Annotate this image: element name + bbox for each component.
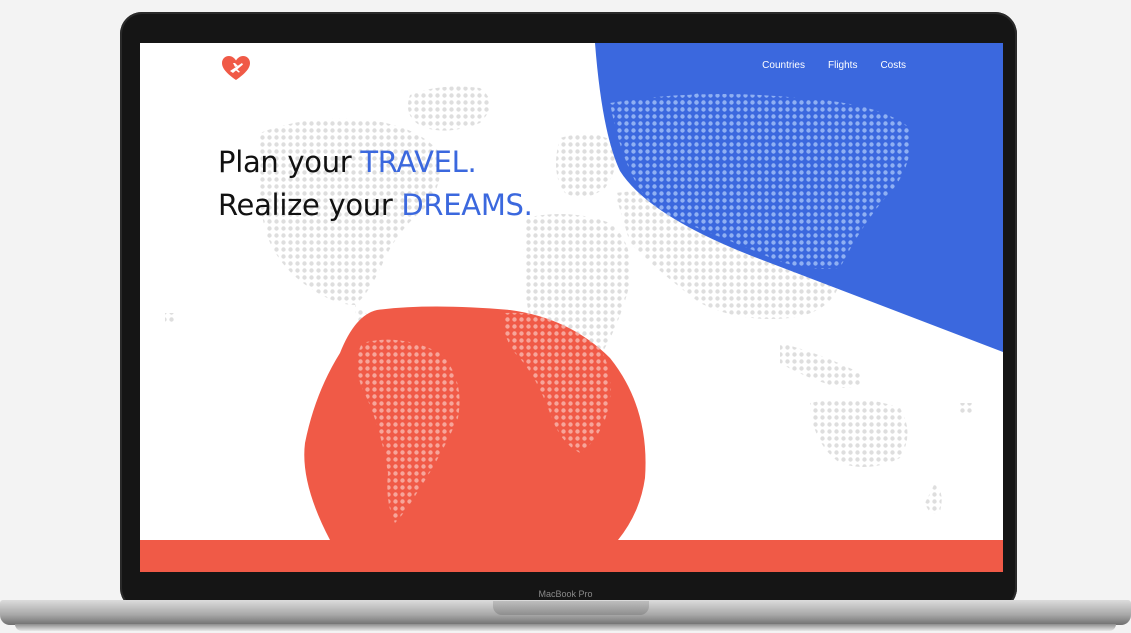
- heart-plane-icon[interactable]: [220, 54, 252, 82]
- headline-line1-prefix: Plan your: [218, 145, 361, 179]
- hero-headline: Plan your TRAVEL. Realize your DREAMS.: [218, 141, 533, 227]
- nav-link-costs[interactable]: Costs: [880, 60, 906, 71]
- main-nav: Countries Flights Costs: [762, 60, 906, 71]
- headline-line1-accent: TRAVEL.: [360, 145, 477, 179]
- laptop-screen: Countries Flights Costs Plan your TRAVEL…: [140, 43, 1003, 572]
- laptop-base-shadow: [15, 624, 1116, 631]
- device-brand-label: MacBook Pro: [538, 589, 593, 599]
- bottom-band: [140, 540, 1003, 572]
- laptop-opening-notch: [493, 601, 649, 615]
- headline-line2-prefix: Realize your: [218, 188, 402, 222]
- mockup-stage: Countries Flights Costs Plan your TRAVEL…: [0, 0, 1131, 633]
- nav-link-flights[interactable]: Flights: [828, 60, 857, 71]
- nav-link-countries[interactable]: Countries: [762, 60, 805, 71]
- headline-line2-accent: DREAMS.: [401, 188, 533, 222]
- hero-background: [140, 43, 1003, 572]
